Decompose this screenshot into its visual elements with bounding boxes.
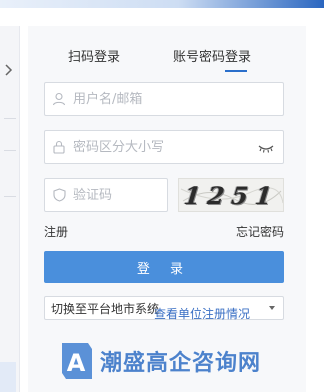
password-input[interactable] — [73, 132, 243, 162]
divider — [4, 196, 16, 197]
platform-select-value: 切换至平台地市系统 — [51, 301, 160, 316]
captcha-code: 1251 — [182, 180, 280, 210]
captcha-field[interactable] — [44, 178, 168, 212]
unit-registration-link[interactable]: 查看单位注册情况 — [154, 305, 250, 322]
forgot-password-link[interactable]: 忘记密码 — [236, 223, 284, 240]
watermark-text: 潮盛高企咨询网 — [100, 351, 262, 376]
watermark-logo-icon: A — [62, 343, 92, 379]
shield-icon — [45, 179, 73, 211]
user-icon — [45, 83, 73, 115]
login-button[interactable]: 登 录 — [44, 251, 284, 283]
username-input[interactable] — [73, 84, 243, 114]
tab-account-login[interactable]: 账号密码登录 — [173, 46, 251, 66]
register-link[interactable]: 注册 — [44, 223, 68, 240]
captcha-image[interactable]: 1251 — [178, 178, 284, 212]
password-field[interactable] — [44, 130, 284, 164]
username-field[interactable] — [44, 82, 284, 116]
divider — [4, 150, 16, 151]
active-tab-indicator — [225, 70, 247, 72]
sidebar-highlight — [0, 362, 16, 392]
chevron-right-icon[interactable] — [1, 62, 17, 78]
background-sidebar — [0, 26, 20, 392]
eye-closed-icon[interactable] — [257, 140, 275, 154]
watermark: A 潮盛高企咨询网 — [58, 336, 320, 386]
caret-down-icon — [269, 306, 275, 310]
top-banner-strip — [0, 0, 324, 8]
lock-icon — [45, 131, 73, 163]
divider — [4, 118, 16, 119]
watermark-logo-letter: A — [67, 349, 86, 377]
tab-qr-login[interactable]: 扫码登录 — [68, 46, 120, 66]
login-page: 扫码登录 账号密码登录 用户名/邮箱 验证码 1251 注册 忘记密码 登 录 … — [0, 0, 324, 392]
captcha-input[interactable] — [73, 180, 161, 210]
